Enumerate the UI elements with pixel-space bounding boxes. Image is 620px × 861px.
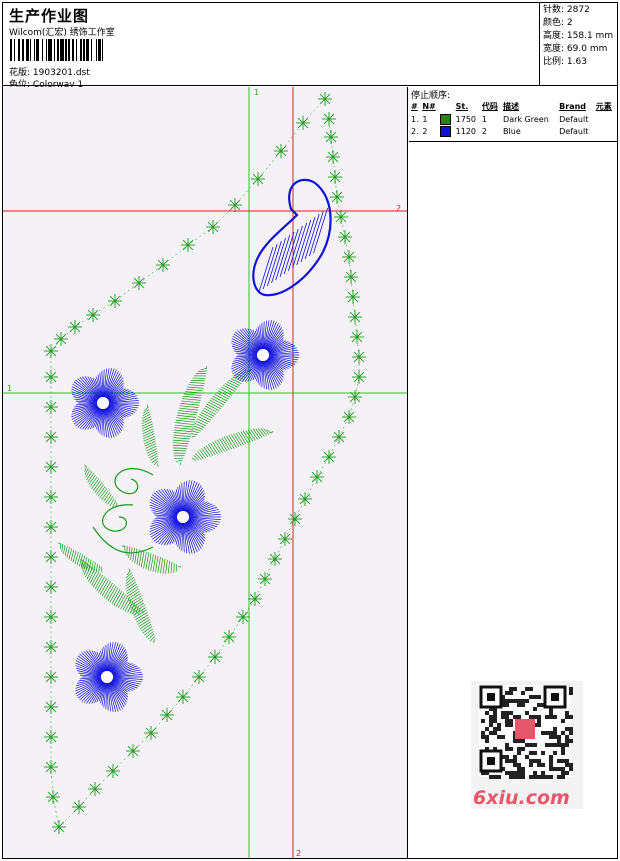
studio-name: Wilcom(汇宏) 绣饰工作室 xyxy=(9,28,115,38)
star-stitch xyxy=(350,330,364,344)
star-stitch xyxy=(251,172,265,186)
stat-width: 宽度: 69.0 mm xyxy=(543,44,608,54)
star-stitch xyxy=(268,552,282,566)
leaf xyxy=(191,368,252,438)
header-panel: 生产作业图 Wilcom(汇宏) 绣饰工作室 花版: 1903201.dst 色… xyxy=(3,3,540,90)
col-num: # xyxy=(411,102,418,111)
color-swatch xyxy=(440,125,452,137)
col-swatch xyxy=(439,100,454,113)
star-stitch xyxy=(86,308,100,322)
col-code: 代码 xyxy=(481,102,498,111)
blue-flowers xyxy=(71,320,299,712)
leaf xyxy=(125,568,156,643)
design-canvas[interactable]: 1 1 2 2 xyxy=(3,87,408,858)
guide-label-h1: 1 xyxy=(7,384,12,393)
table-row[interactable]: 2. 2 1120 2 Blue Default xyxy=(410,125,616,137)
col-stitches: St. xyxy=(455,102,469,111)
panel-divider xyxy=(409,141,617,142)
star-stitch xyxy=(338,230,352,244)
stat-colors: 颜色: 2 xyxy=(543,18,573,28)
star-stitch xyxy=(322,112,336,126)
flower xyxy=(231,320,299,390)
star-stitch xyxy=(348,310,362,324)
page-title: 生产作业图 xyxy=(9,7,90,25)
star-stitch xyxy=(208,650,222,664)
star-stitch xyxy=(322,450,336,464)
star-stitch xyxy=(288,512,302,526)
col-brand: Brand xyxy=(559,102,586,111)
star-stitch xyxy=(108,294,122,308)
qr-icon xyxy=(479,685,573,779)
barcode xyxy=(10,39,142,61)
star-stitch xyxy=(298,492,312,506)
star-stitch xyxy=(352,350,366,364)
blue-paisley xyxy=(252,178,332,297)
leaf xyxy=(84,464,118,508)
leaf xyxy=(79,559,144,615)
col-element: 元素 xyxy=(595,102,612,111)
star-stitch xyxy=(342,410,356,424)
table-header: # N# St. 代码 描述 Brand 元素 xyxy=(410,100,616,113)
star-stitch xyxy=(248,592,262,606)
star-stitch xyxy=(132,276,146,290)
star-stitch xyxy=(296,116,310,130)
star-stitch xyxy=(72,800,86,814)
col-desc: 描述 xyxy=(503,102,520,111)
stat-height: 高度: 158.1 mm xyxy=(543,31,614,41)
guide-lines: 1 1 2 2 xyxy=(3,87,407,858)
star-stitch xyxy=(344,270,358,284)
star-stitch xyxy=(352,370,366,384)
guide-label-v2: 2 xyxy=(296,849,301,858)
star-stitch xyxy=(348,390,362,404)
star-stitch xyxy=(310,470,324,484)
star-stitch xyxy=(346,290,360,304)
flower xyxy=(71,368,139,438)
embroidery-design: 1 1 2 2 xyxy=(3,87,407,858)
star-stitch xyxy=(342,250,356,264)
color-swatch xyxy=(440,113,452,125)
col-n: N# xyxy=(422,102,436,111)
star-stitch xyxy=(44,344,58,358)
leaf xyxy=(141,404,159,467)
stop-sequence-table: # N# St. 代码 描述 Brand 元素 1. 1 1750 1 Dark… xyxy=(410,100,616,137)
watermark-logo: 6xiu.com xyxy=(473,787,570,809)
flower xyxy=(75,642,143,712)
star-border xyxy=(44,92,366,834)
star-stitch xyxy=(54,332,68,346)
stat-stitch-count: 针数: 2872 xyxy=(543,5,590,15)
guide-label-v1: 1 xyxy=(254,88,259,97)
guide-label-h2: 2 xyxy=(396,204,401,213)
star-stitch xyxy=(156,258,170,272)
leaf xyxy=(57,542,103,573)
table-row[interactable]: 1. 1 1750 1 Dark Green Default xyxy=(410,113,616,125)
stat-scale: 比例: 1.63 xyxy=(543,57,587,67)
star-stitch xyxy=(160,708,174,722)
flower xyxy=(149,480,221,554)
star-stitch xyxy=(274,144,288,158)
stats-panel: 针数: 2872 颜色: 2 高度: 158.1 mm 宽度: 69.0 mm … xyxy=(540,3,617,86)
star-stitch xyxy=(278,532,292,546)
